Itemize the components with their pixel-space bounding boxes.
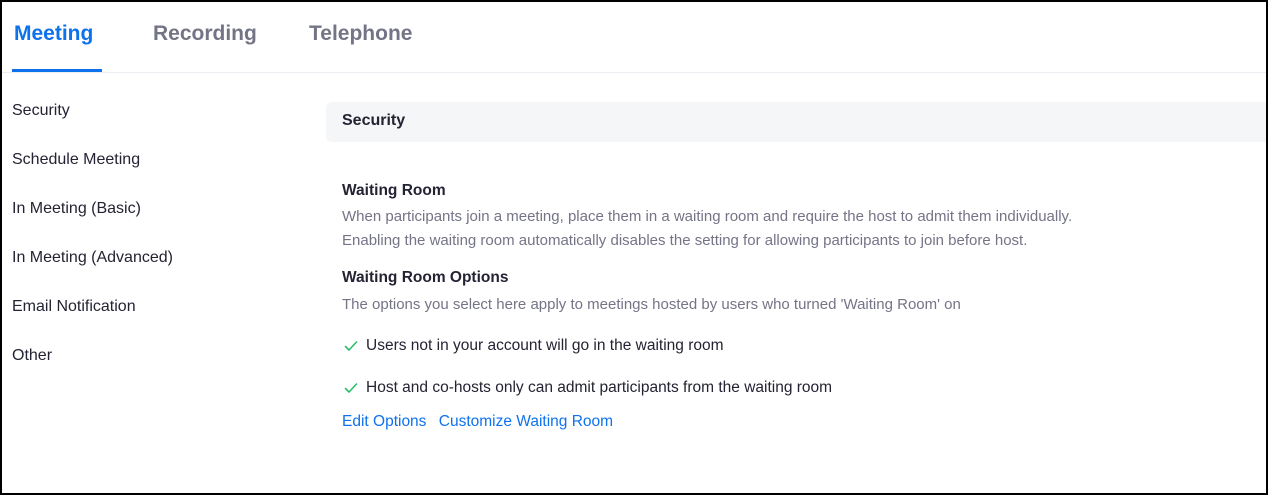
tab-recording[interactable]: Recording xyxy=(153,22,257,46)
waiting-room-description-line-1: When participants join a meeting, place … xyxy=(342,208,1073,225)
tab-meeting[interactable]: Meeting xyxy=(14,22,93,46)
sidebar-item-in-meeting-advanced[interactable]: In Meeting (Advanced) xyxy=(12,249,262,298)
waiting-room-description: When participants join a meeting, place … xyxy=(342,205,1256,253)
settings-window: Meeting Recording Telephone Security Sch… xyxy=(0,0,1268,495)
check-icon xyxy=(342,379,360,397)
sidebar-item-email-notification[interactable]: Email Notification xyxy=(12,298,262,347)
customize-waiting-room-link[interactable]: Customize Waiting Room xyxy=(439,413,613,430)
edit-options-link[interactable]: Edit Options xyxy=(342,413,426,430)
section-header: Security xyxy=(326,102,1266,142)
waiting-room-description-line-2: Enabling the waiting room automatically … xyxy=(342,232,1028,249)
sidebar-item-in-meeting-basic[interactable]: In Meeting (Basic) xyxy=(12,200,262,249)
waiting-room-links: Edit Options Customize Waiting Room xyxy=(342,413,1256,431)
option-label: Users not in your account will go in the… xyxy=(366,337,724,354)
waiting-room-options-title: Waiting Room Options xyxy=(342,269,509,286)
settings-sidebar: Security Schedule Meeting In Meeting (Ba… xyxy=(12,102,262,396)
settings-content: Waiting Room When participants join a me… xyxy=(342,182,1256,431)
check-icon xyxy=(342,337,360,355)
waiting-room-options-description: The options you select here apply to mee… xyxy=(342,296,961,313)
active-tab-indicator xyxy=(12,69,102,72)
option-row: Host and co-hosts only can admit partici… xyxy=(342,367,1256,409)
option-label: Host and co-hosts only can admit partici… xyxy=(366,379,833,396)
option-row: Users not in your account will go in the… xyxy=(342,325,1256,367)
settings-tab-bar: Meeting Recording Telephone xyxy=(2,2,1266,73)
tab-telephone[interactable]: Telephone xyxy=(309,22,412,46)
sidebar-item-schedule-meeting[interactable]: Schedule Meeting xyxy=(12,151,262,200)
waiting-room-title: Waiting Room xyxy=(342,182,446,199)
sidebar-item-security[interactable]: Security xyxy=(12,102,262,151)
section-title: Security xyxy=(342,112,406,129)
sidebar-item-other[interactable]: Other xyxy=(12,347,262,396)
